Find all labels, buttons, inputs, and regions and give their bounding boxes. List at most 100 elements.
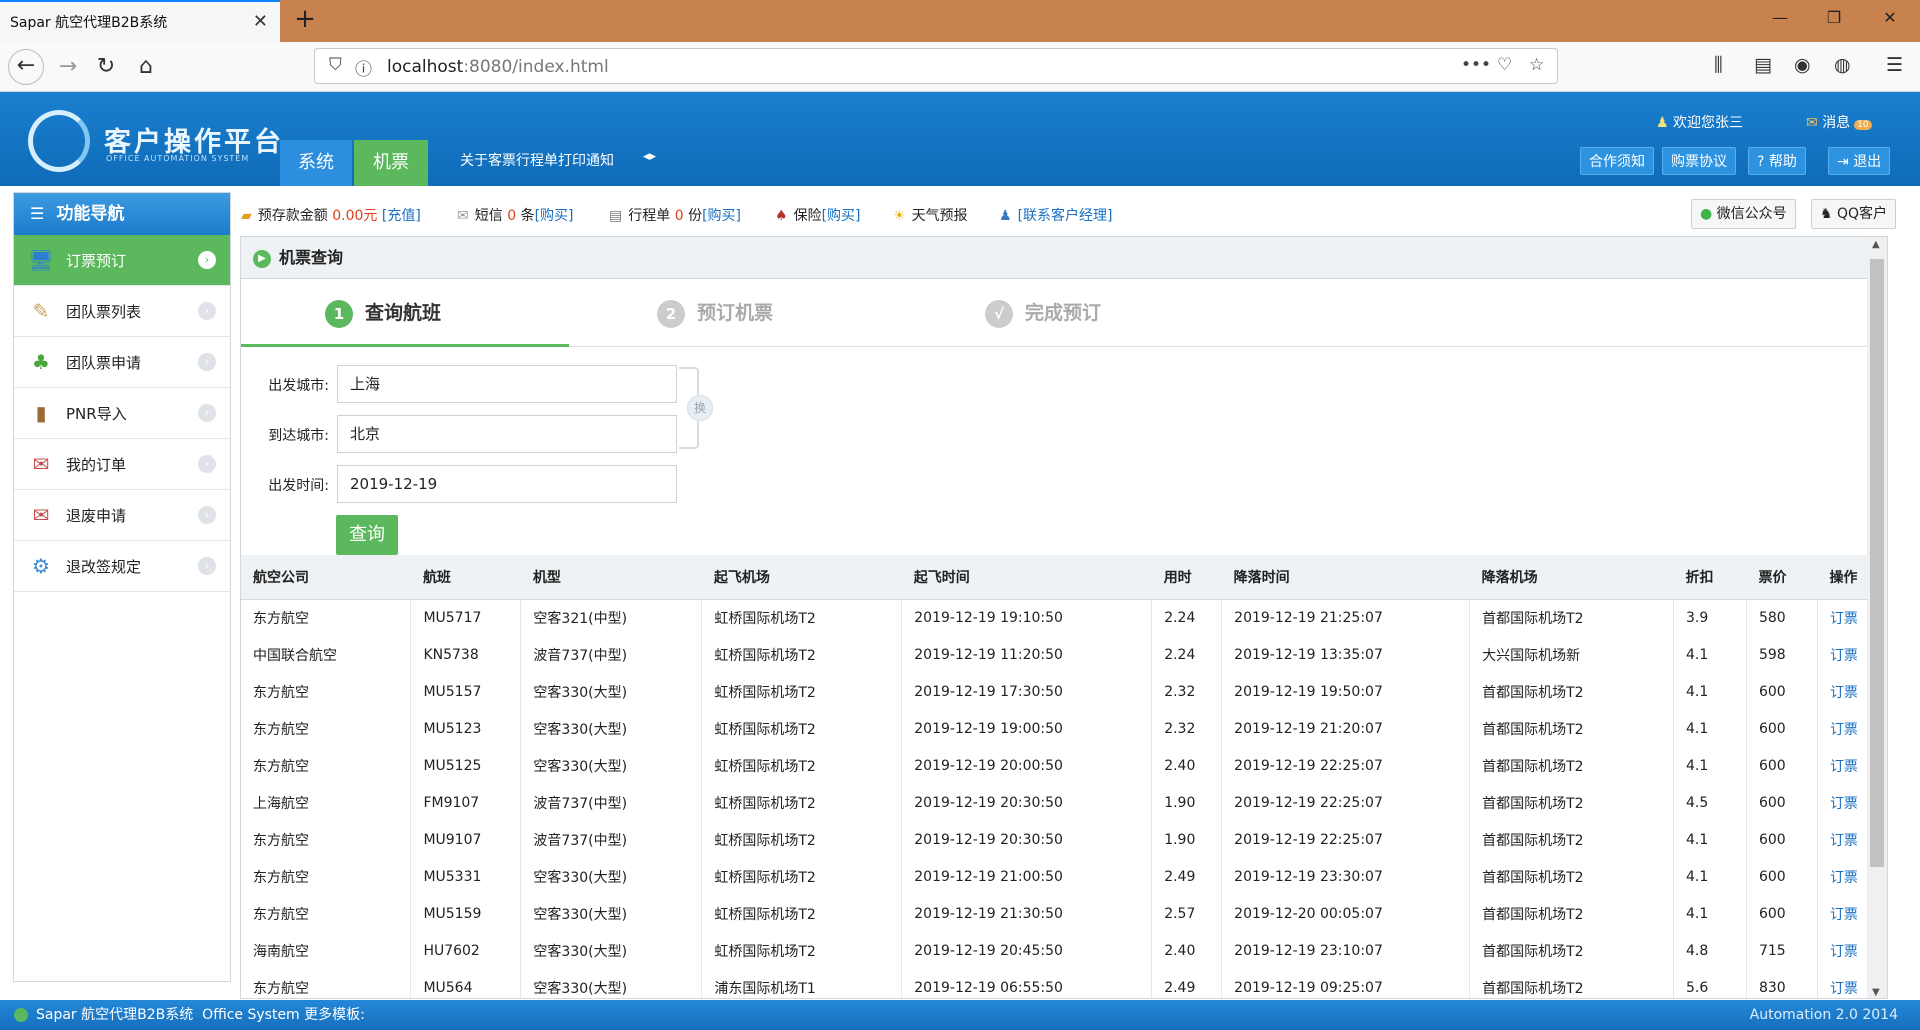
new-tab-icon[interactable]: + bbox=[288, 4, 322, 34]
sidebar-item-group-apply[interactable]: ♣ 团队票申请 › bbox=[14, 337, 230, 388]
col-dep-airport[interactable]: 起飞机场 bbox=[701, 555, 902, 600]
library-icon[interactable]: ⫼ bbox=[1714, 54, 1723, 76]
logout-button[interactable]: ⇥ 退出 bbox=[1828, 147, 1891, 175]
chevron-right-icon: › bbox=[198, 353, 216, 371]
window-close-icon[interactable]: ✕ bbox=[1870, 8, 1910, 27]
cell-flight: MU5123 bbox=[410, 710, 522, 747]
sidebar-item-group-list[interactable]: ✎ 团队票列表 › bbox=[14, 286, 230, 337]
table-row: 东方航空 MU5157 空客330(大型) 虹桥国际机场T2 2019-12-19 17… bbox=[241, 673, 1887, 710]
menu-ticket[interactable]: 机票 bbox=[354, 140, 428, 186]
gears-icon: ⚙ bbox=[32, 554, 50, 578]
col-arr-airport[interactable]: 降落机场 bbox=[1469, 555, 1674, 600]
home-icon[interactable]: ⌂ bbox=[130, 52, 162, 84]
from-city-input[interactable]: 上海 bbox=[337, 365, 677, 403]
pocket-icon[interactable]: ♡ bbox=[1497, 55, 1512, 75]
col-flight[interactable]: 航班 bbox=[410, 555, 521, 600]
cell-dep-time: 2019-12-19 19:10:50 bbox=[901, 599, 1153, 636]
info-icon[interactable]: ⓘ bbox=[355, 55, 372, 80]
cell-dep-time: 2019-12-19 19:00:50 bbox=[901, 710, 1153, 747]
weather-info[interactable]: ☀ 天气预报 bbox=[893, 205, 968, 225]
step-search: 1 查询航班 bbox=[241, 279, 569, 347]
logout-icon: ⇥ bbox=[1837, 154, 1849, 170]
qq-button[interactable]: ♞ QQ客户 bbox=[1811, 199, 1897, 229]
step-number: 2 bbox=[657, 299, 685, 328]
envelope-icon: ✉ bbox=[32, 452, 50, 476]
table-row: 东方航空 MU9107 波音737(中型) 虹桥国际机场T2 2019-12-19 20… bbox=[241, 821, 1887, 858]
contact-manager-link[interactable]: [联系客户经理] bbox=[1018, 208, 1113, 224]
account-icon[interactable]: ◉ bbox=[1794, 54, 1811, 76]
mail-icon: ✉ bbox=[1806, 115, 1818, 131]
panel-title: 机票查询 bbox=[279, 248, 344, 267]
messages[interactable]: ✉ 消息 10 bbox=[1806, 112, 1872, 132]
notice-arrows-icon[interactable]: ◂▸ bbox=[643, 149, 656, 164]
sidebar-icon[interactable]: ▤ bbox=[1754, 54, 1772, 76]
browser-tab-bar: Sapar 航空代理B2B系统 ✕ + — ❐ ✕ bbox=[0, 0, 1920, 42]
document-icon: ▤ bbox=[609, 208, 623, 224]
logout-label: 退出 bbox=[1853, 154, 1882, 170]
coins-icon: ▰ bbox=[241, 208, 252, 224]
insurance-buy-link[interactable]: [购买] bbox=[822, 208, 861, 224]
sidebar-item-rules[interactable]: ⚙ 退改签规定 › bbox=[14, 541, 230, 592]
col-dep-time[interactable]: 起飞时间 bbox=[901, 555, 1152, 600]
footer-more-templates[interactable]: 更多模板: bbox=[304, 1007, 365, 1023]
close-tab-icon[interactable]: ✕ bbox=[253, 11, 268, 32]
minimize-icon[interactable]: — bbox=[1760, 8, 1800, 27]
scroll-thumb[interactable] bbox=[1870, 259, 1884, 867]
sidebar-item-my-orders[interactable]: ✉ 我的订单 › bbox=[14, 439, 230, 490]
more-icon[interactable]: ••• bbox=[1461, 55, 1491, 75]
help-button[interactable]: ? 帮助 bbox=[1748, 147, 1806, 175]
recharge-link[interactable]: [充值] bbox=[382, 208, 421, 224]
url-bar[interactable]: ⛉ ⓘ localhost:8080/index.html ••• ♡ ☆ bbox=[314, 48, 1558, 84]
app-header: 客户操作平台 OFFICE AUTOMATION SYSTEM 系统 机票 关于… bbox=[0, 92, 1920, 186]
browser-tab[interactable]: Sapar 航空代理B2B系统 ✕ bbox=[0, 0, 280, 42]
sms-buy-link[interactable]: [购买] bbox=[535, 208, 574, 224]
cell-duration: 2.40 bbox=[1151, 932, 1223, 969]
shield-icon[interactable]: ⛉ bbox=[329, 55, 342, 75]
itinerary-unit: 份 bbox=[688, 208, 703, 224]
sidebar-item-refund[interactable]: ✉ 退废申请 › bbox=[14, 490, 230, 541]
to-city-input[interactable]: 北京 bbox=[337, 415, 677, 453]
notepad-icon: ✎ bbox=[32, 299, 50, 323]
logo-icon bbox=[28, 110, 90, 172]
restore-icon[interactable]: ❐ bbox=[1814, 8, 1854, 27]
cell-price: 600 bbox=[1746, 858, 1818, 895]
col-aircraft[interactable]: 机型 bbox=[520, 555, 702, 600]
col-arr-time[interactable]: 降落时间 bbox=[1221, 555, 1470, 600]
bookmark-star-icon[interactable]: ☆ bbox=[1529, 55, 1544, 75]
extension-icon[interactable]: ◍ bbox=[1834, 54, 1851, 76]
cell-aircraft: 波音737(中型) bbox=[520, 784, 703, 821]
cell-airline: 中国联合航空 bbox=[241, 636, 412, 673]
cell-flight: HU7602 bbox=[410, 932, 522, 969]
col-airline[interactable]: 航空公司 bbox=[241, 555, 411, 600]
cell-dep-airport: 虹桥国际机场T2 bbox=[701, 895, 903, 932]
cell-price: 600 bbox=[1746, 784, 1818, 821]
col-discount[interactable]: 折扣 bbox=[1673, 555, 1747, 600]
menu-icon[interactable]: ☰ bbox=[1886, 54, 1903, 76]
vertical-scrollbar[interactable]: ▲ ▼ bbox=[1867, 237, 1887, 998]
menu-system[interactable]: 系统 bbox=[280, 140, 352, 186]
reload-icon[interactable]: ↻ bbox=[90, 52, 122, 84]
notice-text[interactable]: 关于客票行程单打印通知 bbox=[460, 150, 614, 170]
sidebar-item-label: 团队票列表 bbox=[66, 302, 142, 321]
scroll-down-icon[interactable]: ▼ bbox=[1872, 987, 1880, 998]
cell-dep-airport: 虹桥国际机场T2 bbox=[701, 858, 903, 895]
back-icon[interactable]: ← bbox=[8, 49, 44, 85]
cooperation-button[interactable]: 合作须知 bbox=[1580, 147, 1654, 175]
search-button[interactable]: 查询 bbox=[336, 515, 398, 555]
col-price[interactable]: 票价 bbox=[1746, 555, 1818, 600]
col-duration[interactable]: 用时 bbox=[1151, 555, 1222, 600]
sidebar-item-booking[interactable]: 🖥 订票预订 › bbox=[14, 235, 230, 286]
info-bar: ▰ 预存款金额 0.00元 [充值] ✉ 短信 0 条[购买] ▤ 行程单 0 份[购… bbox=[237, 196, 1904, 232]
wechat-button[interactable]: ● 微信公众号 bbox=[1691, 199, 1796, 229]
scroll-up-icon[interactable]: ▲ bbox=[1872, 239, 1880, 250]
swap-cities-button[interactable]: 换 bbox=[687, 395, 713, 421]
cell-price: 715 bbox=[1746, 932, 1818, 969]
date-input[interactable]: 2019-12-19 bbox=[337, 465, 677, 503]
itinerary-buy-link[interactable]: [购买] bbox=[702, 208, 741, 224]
sms-unit: 条 bbox=[520, 208, 535, 224]
agreement-button[interactable]: 购票协议 bbox=[1662, 147, 1736, 175]
forward-icon[interactable]: → bbox=[52, 52, 84, 84]
cell-duration: 1.90 bbox=[1151, 821, 1223, 858]
message-label: 消息 bbox=[1822, 115, 1851, 131]
sidebar-item-pnr-import[interactable]: ▮ PNR导入 › bbox=[14, 388, 230, 439]
